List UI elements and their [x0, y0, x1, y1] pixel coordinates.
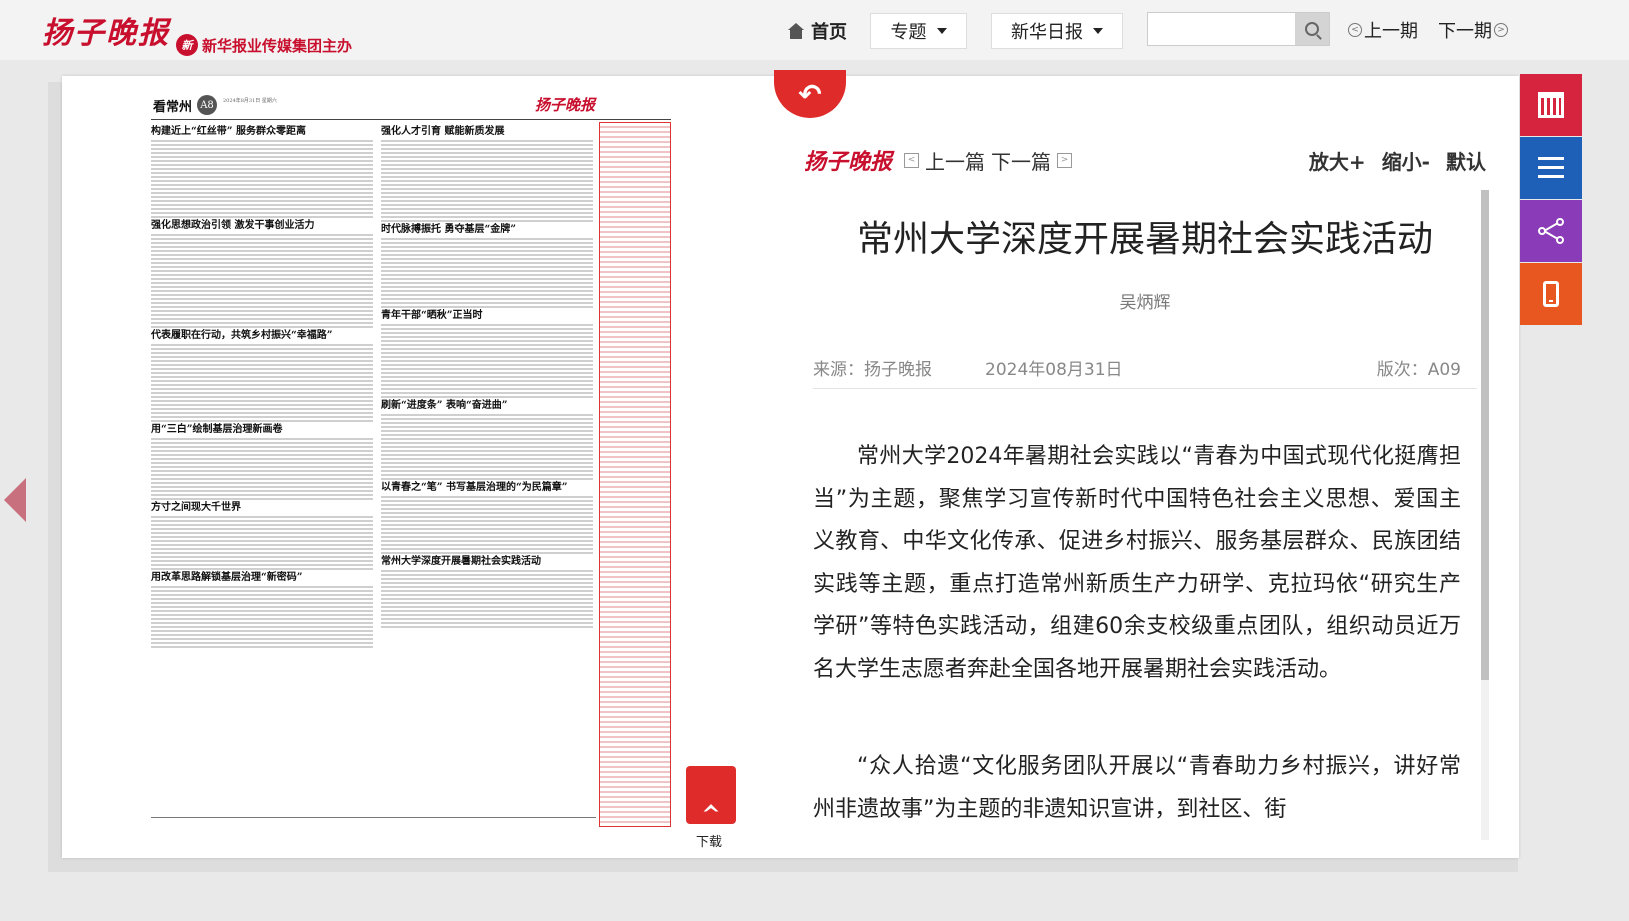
newspaper-column-left: 构建近上“红丝带” 服务群众零距离 强化思想政治引领 激发干事创业活力 代表履职…: [151, 124, 373, 650]
back-arrow-icon: ↶: [798, 77, 822, 111]
headline[interactable]: 方寸之间现大千世界: [151, 502, 373, 514]
article-title: 常州大学深度开展暑期社会实践活动: [856, 219, 1433, 260]
home-label: 首页: [811, 22, 847, 43]
search-button[interactable]: [1295, 13, 1329, 45]
publisher-seal-icon: 新: [176, 34, 198, 56]
search-input[interactable]: [1148, 13, 1293, 45]
newspaper-page[interactable]: 看常州 A8 2024年8月31日 星期六 扬子晚报 构建近上“红丝带” 服务群…: [151, 92, 671, 827]
pdf-download-button[interactable]: ‸: [686, 766, 736, 824]
headline[interactable]: 青年干部“晒秋”正当时: [381, 310, 593, 322]
newspaper-ad-column: [599, 122, 671, 827]
article-page: 版次：A09: [1376, 360, 1461, 380]
chevron-left-icon: <: [1348, 23, 1362, 37]
article-nav: < 上一篇 下一篇 >: [904, 146, 1072, 175]
home-icon: [787, 23, 805, 39]
headline[interactable]: 代表履职在行动，共筑乡村振兴“幸福路”: [151, 330, 373, 342]
scrollbar-thumb[interactable]: [1481, 190, 1489, 680]
list-button[interactable]: [1520, 137, 1582, 199]
chevron-right-icon[interactable]: >: [1057, 153, 1072, 168]
publisher-text: 新华报业传媒集团主办: [202, 36, 353, 55]
newspaper-header: 看常州 A8 2024年8月31日 星期六 扬子晚报: [151, 92, 671, 120]
headline[interactable]: 用改革思路解锁基层治理“新密码”: [151, 572, 373, 584]
zoom-in-button[interactable]: 放大+: [1309, 146, 1366, 175]
article-content: 常州大学深度开展暑期社会实践活动 吴炳辉 来源：扬子晚报 2024年08月31日…: [813, 190, 1477, 840]
search-icon: [1305, 22, 1319, 36]
newspaper-footer: [151, 817, 596, 827]
next-issue-label: 下一期: [1438, 21, 1492, 42]
article-paragraph: “众人拾遗“文化服务团队开展以“青春助力乡村振兴，讲好常州非遗故事”为主题的非遗…: [813, 754, 1461, 822]
article-logo: 扬子晚报: [804, 149, 893, 175]
article-paragraph: 常州大学2024年暑期社会实践以“青春为中国式现代化挺膺担当”为主题，聚焦学习宣…: [813, 444, 1461, 682]
article-date: 2024年08月31日: [985, 360, 1123, 380]
top-bar: 扬子晚报 新 新华报业传媒集团主办 首页 专题 新华日报 < 上一期 下一期 >: [0, 0, 1629, 60]
next-article-link[interactable]: 下一篇: [991, 146, 1051, 175]
zoom-default-button[interactable]: 默认: [1446, 146, 1486, 175]
prev-page-arrow-icon[interactable]: [4, 478, 26, 522]
prev-article-link[interactable]: 上一篇: [925, 146, 985, 175]
share-button[interactable]: [1520, 200, 1582, 262]
download-label[interactable]: 下载: [696, 831, 722, 850]
headline[interactable]: 强化人才引育 赋能新质发展: [381, 126, 593, 138]
topic-dropdown-label: 专题: [890, 22, 927, 43]
headline[interactable]: 强化思想政治引领 激发干事创业活力: [151, 220, 373, 232]
newspaper-page-number: A8: [197, 95, 217, 115]
newspaper-logo: 扬子晚报: [534, 96, 595, 114]
home-link[interactable]: 首页: [787, 18, 847, 44]
list-icon: [1538, 157, 1564, 179]
article-author: 吴炳辉: [1119, 293, 1171, 313]
paper-dropdown-label: 新华日报: [1011, 22, 1083, 43]
paper-dropdown[interactable]: 新华日报: [991, 13, 1123, 49]
share-icon: [1538, 218, 1564, 244]
newspaper-column-right: 强化人才引育 赋能新质发展 时代脉搏振托 勇夺基层“金牌” 青年干部“晒秋”正当…: [381, 124, 593, 630]
next-issue-link[interactable]: 下一期 >: [1438, 17, 1508, 43]
topic-dropdown[interactable]: 专题: [870, 13, 967, 49]
zoom-controls: 放大+ 缩小- 默认: [1309, 146, 1486, 175]
headline[interactable]: 时代脉搏振托 勇夺基层“金牌”: [381, 224, 593, 236]
pdf-icon: ‸: [700, 778, 722, 812]
article-toolbar: 扬子晚报 < 上一篇 下一篇 > 放大+ 缩小- 默认: [800, 140, 1490, 180]
headline[interactable]: 用“三白”绘制基层治理新画卷: [151, 424, 373, 436]
headline[interactable]: 以青春之“笔” 书写基层治理的“为民篇章”: [381, 482, 593, 494]
chevron-left-icon[interactable]: <: [904, 153, 919, 168]
article-source: 来源：扬子晚报: [813, 360, 932, 380]
mobile-button[interactable]: [1520, 263, 1582, 325]
calendar-icon: [1538, 92, 1564, 118]
prev-issue-link[interactable]: < 上一期: [1348, 17, 1418, 43]
search-box: [1147, 12, 1330, 46]
headline[interactable]: 刷新“进度条” 表响“奋进曲”: [381, 400, 593, 412]
chevron-right-icon: >: [1494, 23, 1508, 37]
newspaper-date: 2024年8月31日 星期六: [223, 98, 277, 104]
mobile-icon: [1543, 281, 1559, 307]
chevron-down-icon: [936, 28, 947, 34]
zoom-out-button[interactable]: 缩小-: [1382, 146, 1430, 175]
chevron-down-icon: [1093, 28, 1103, 34]
article-meta: 来源：扬子晚报 2024年08月31日 版次：A09: [813, 345, 1477, 389]
newspaper-section: 看常州: [153, 100, 193, 115]
publisher-logo: 新 新华报业传媒集团主办: [176, 34, 352, 56]
article-scrollbar[interactable]: [1481, 190, 1489, 840]
headline[interactable]: 构建近上“红丝带” 服务群众零距离: [151, 126, 373, 138]
headline-active[interactable]: 常州大学深度开展暑期社会实践活动: [381, 556, 593, 568]
prev-issue-label: 上一期: [1364, 21, 1418, 42]
calendar-button[interactable]: [1520, 74, 1582, 136]
site-logo[interactable]: 扬子晚报: [42, 8, 170, 52]
